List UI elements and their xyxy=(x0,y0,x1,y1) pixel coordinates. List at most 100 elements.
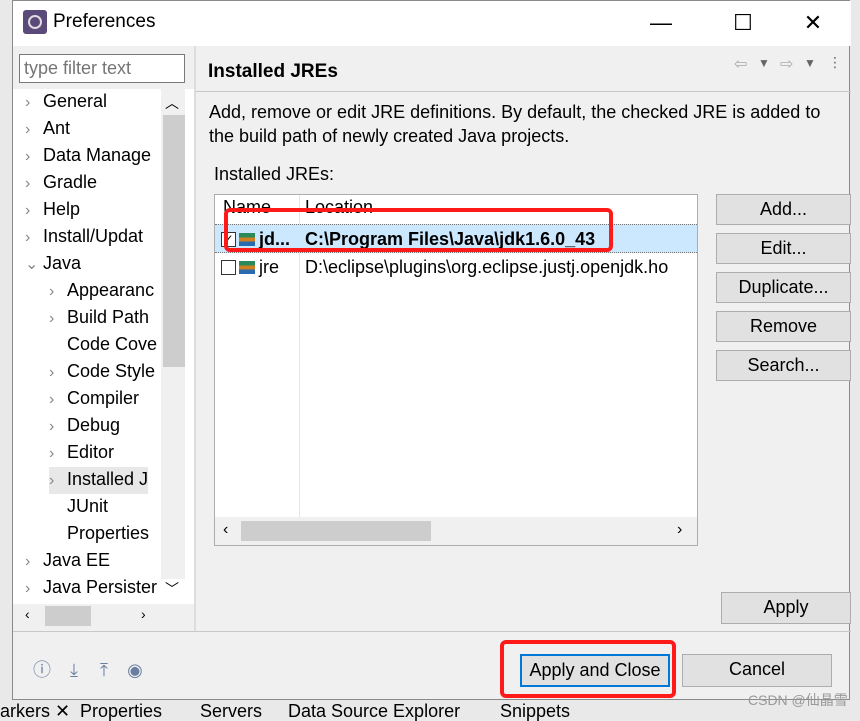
back-arrow-icon[interactable]: ⇦ xyxy=(734,54,747,74)
tree-item-label: Java Persister xyxy=(43,577,158,597)
view-tab[interactable]: Snippets xyxy=(500,702,570,720)
tree-item[interactable]: › Data Manage xyxy=(25,143,151,170)
edit-button[interactable]: Edit... xyxy=(716,233,851,264)
view-tab[interactable]: Data Source Explorer xyxy=(288,702,460,720)
tree-item[interactable]: › Appearanc xyxy=(49,278,154,305)
expand-chevron-icon[interactable]: › xyxy=(25,144,43,169)
help-icon[interactable]: ⓘ xyxy=(31,659,53,681)
jre-location: D:\eclipse\plugins\org.eclipse.justj.ope… xyxy=(305,257,669,277)
expand-chevron-icon[interactable]: › xyxy=(25,171,43,196)
table-row[interactable]: jre D:\eclipse\plugins\org.eclipse.justj.… xyxy=(215,253,697,282)
eclipse-gear-icon xyxy=(23,10,47,34)
window-title: Preferences xyxy=(53,11,156,32)
tree-item-label: Editor xyxy=(67,442,115,462)
expand-chevron-icon[interactable]: › xyxy=(25,576,43,601)
preferences-dialog: Preferences — ☐ ✕ ›General›Ant›Data Mana… xyxy=(12,0,851,700)
tree-item[interactable]: › Compiler xyxy=(49,386,139,413)
page-title: Installed JREs xyxy=(208,61,338,82)
scroll-left-icon[interactable]: ‹ xyxy=(25,606,30,622)
scroll-down-icon[interactable]: ﹀ xyxy=(165,579,179,599)
tree-item[interactable]: Properties xyxy=(49,521,149,548)
expand-chevron-icon[interactable]: › xyxy=(49,360,67,385)
minimize-button[interactable]: — xyxy=(641,9,681,37)
tree-item-label: Java EE xyxy=(43,550,111,570)
view-menu-icon[interactable]: ⋮ xyxy=(828,54,842,71)
header-separator xyxy=(196,91,851,92)
tree-item-label: Help xyxy=(43,199,81,219)
tree-item[interactable]: › Help xyxy=(25,197,80,224)
remove-button[interactable]: Remove xyxy=(716,311,851,342)
footer-separator xyxy=(13,631,851,632)
duplicate-button[interactable]: Duplicate... xyxy=(716,272,851,303)
tree-item[interactable]: JUnit xyxy=(49,494,108,521)
tree-item[interactable]: › Build Path xyxy=(49,305,149,332)
tree-item-label: Ant xyxy=(43,118,71,138)
scroll-right-icon[interactable]: › xyxy=(677,521,682,539)
tree-item[interactable]: › Install/Updat xyxy=(25,224,143,251)
expand-chevron-icon[interactable]: › xyxy=(49,468,67,493)
page-description: Add, remove or edit JRE definitions. By … xyxy=(209,102,821,146)
tree-item[interactable]: › Java Persister xyxy=(25,575,157,602)
tree-item-label: JUnit xyxy=(67,496,109,516)
default-jre-checkbox[interactable] xyxy=(221,260,236,275)
expand-chevron-icon[interactable]: › xyxy=(25,198,43,223)
table-hscroll-thumb[interactable] xyxy=(241,521,431,541)
view-tab[interactable]: arkers ✕ xyxy=(0,702,70,720)
expand-chevron-icon[interactable]: ⌄ xyxy=(25,252,43,277)
expand-chevron-icon[interactable]: › xyxy=(25,90,43,115)
tree-item-label: Properties xyxy=(67,523,150,543)
forward-arrow-icon[interactable]: ⇨ xyxy=(780,54,793,74)
expand-chevron-icon[interactable]: › xyxy=(25,225,43,250)
cancel-button[interactable]: Cancel xyxy=(682,654,832,687)
tree-item-label: Java xyxy=(43,253,82,273)
close-button[interactable]: ✕ xyxy=(793,9,833,37)
tree-item[interactable]: › Ant xyxy=(25,116,70,143)
filter-input[interactable] xyxy=(19,54,185,83)
export-icon[interactable]: ⤒ xyxy=(93,659,115,681)
scroll-up-icon[interactable]: ︿ xyxy=(165,93,179,113)
tree-item[interactable]: › Installed J xyxy=(49,467,149,494)
expand-chevron-icon[interactable]: › xyxy=(25,549,43,574)
record-icon[interactable]: ◉ xyxy=(124,659,146,681)
expand-chevron-icon[interactable]: › xyxy=(49,441,67,466)
add-button[interactable]: Add... xyxy=(716,194,851,225)
tree-scroll-thumb[interactable] xyxy=(163,115,185,367)
tree-hscroll-thumb[interactable] xyxy=(45,606,91,626)
tree-item[interactable]: › Debug xyxy=(49,413,120,440)
import-icon[interactable]: ⤓ xyxy=(63,659,85,681)
expand-chevron-icon[interactable]: › xyxy=(49,414,67,439)
view-tab[interactable]: Servers xyxy=(200,702,262,720)
view-tab[interactable]: Properties xyxy=(80,702,162,720)
jre-library-icon xyxy=(239,261,255,274)
scroll-right-icon[interactable]: › xyxy=(141,606,146,622)
tree-item[interactable]: › Java EE xyxy=(25,548,110,575)
tree-item-label: General xyxy=(43,91,108,111)
forward-menu-icon[interactable]: ▼ xyxy=(804,56,816,70)
eclipse-view-tabs: arkers ✕ Properties Servers Data Source Exp… xyxy=(0,700,860,720)
tree-item-label: Appearanc xyxy=(67,280,155,300)
tree-item-label: Install/Updat xyxy=(43,226,144,246)
tree-item-label: Code Style xyxy=(67,361,156,381)
maximize-button[interactable]: ☐ xyxy=(723,9,763,37)
tree-item[interactable]: › Editor xyxy=(49,440,114,467)
expand-chevron-icon[interactable]: › xyxy=(25,117,43,142)
tree-item[interactable]: Code Cove xyxy=(49,332,157,359)
back-menu-icon[interactable]: ▼ xyxy=(758,56,770,70)
tree-item[interactable]: › Code Style xyxy=(49,359,155,386)
title-bar: Preferences — ☐ ✕ xyxy=(13,1,851,46)
tree-item[interactable]: › General xyxy=(25,89,107,116)
expand-chevron-icon[interactable]: › xyxy=(49,387,67,412)
tree-item[interactable]: ⌄ Java xyxy=(25,251,81,278)
tree-horizontal-scrollbar[interactable] xyxy=(13,604,185,628)
apply-button[interactable]: Apply xyxy=(721,592,851,624)
tree-item-label: Compiler xyxy=(67,388,140,408)
scroll-left-icon[interactable]: ‹ xyxy=(223,521,228,539)
expand-chevron-icon[interactable]: › xyxy=(49,279,67,304)
highlight-box-apply-close xyxy=(500,640,676,698)
tree-item-label: Gradle xyxy=(43,172,98,192)
tree-item[interactable]: › Gradle xyxy=(25,170,97,197)
tree-item-label: Data Manage xyxy=(43,145,152,165)
search-button[interactable]: Search... xyxy=(716,350,851,381)
highlight-box-jdk-row xyxy=(224,208,613,252)
expand-chevron-icon[interactable]: › xyxy=(49,306,67,331)
